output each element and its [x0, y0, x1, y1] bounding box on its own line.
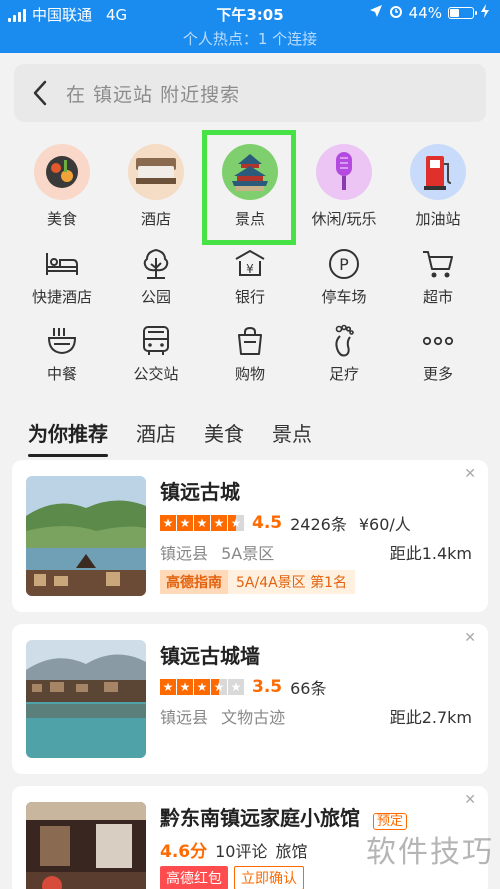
close-icon[interactable]: ✕ [464, 792, 476, 808]
poi-photo [26, 476, 146, 596]
star-half-icon: ★ [211, 679, 227, 695]
category-park[interactable]: 公园 [109, 246, 203, 307]
review-count: 66条 [290, 679, 327, 698]
star-icon: ★ [194, 515, 210, 531]
star-icon: ★ [211, 515, 227, 531]
category-foot-massage[interactable]: 足疗 [297, 323, 391, 384]
category-more[interactable]: 更多 [391, 323, 485, 384]
parking-icon: P [324, 246, 364, 282]
charging-icon [480, 4, 490, 22]
chevron-left-icon [33, 80, 47, 106]
category-supermarket[interactable]: 超市 [391, 246, 485, 307]
search-bar[interactable]: 在 镇远站 附近搜索 [14, 64, 486, 122]
tab-scenic[interactable]: 景点 [272, 418, 312, 447]
poi-card-2[interactable]: ✕ 镇远古城墙 ★ ★ ★ ★ ★ 3.5 66条 镇远县 文物古迹 距此2.7… [12, 624, 488, 774]
rating-score: 4.5 [252, 513, 283, 533]
status-bar: 中国联通 4G 下午3:05 44% [0, 0, 500, 28]
selection-highlight [202, 130, 296, 245]
poi-rating-row: 4.6分 10评论 旅馆 [160, 837, 308, 863]
star-empty-icon: ★ [228, 679, 244, 695]
foot-icon [324, 323, 364, 359]
star-icon: ★ [160, 679, 176, 695]
category-parking[interactable]: P 停车场 [297, 246, 391, 307]
poi-title: 镇远古城墙 [160, 644, 260, 668]
svg-text:P: P [339, 255, 349, 274]
poi-location-row: 镇远县 文物古迹 [160, 708, 286, 727]
rating-score: 4.6分 [160, 842, 208, 862]
category-hotel[interactable]: 酒店 [109, 144, 203, 229]
star-icon: ★ [177, 515, 193, 531]
poi-type: 旅馆 [275, 841, 308, 861]
category-bus-stop[interactable]: 公交站 [109, 323, 203, 384]
poi-rating-row: ★ ★ ★ ★ ★ 4.5 2426条 ¥60/人 [160, 511, 411, 535]
review-count: 10评论 [215, 841, 268, 861]
star-half-icon: ★ [228, 515, 244, 531]
bag-icon [230, 323, 270, 359]
rating-stars: ★ ★ ★ ★ ★ [160, 679, 244, 695]
category-bank[interactable]: ¥ 银行 [203, 246, 297, 307]
tab-food[interactable]: 美食 [204, 418, 244, 447]
close-icon[interactable]: ✕ [464, 466, 476, 482]
battery-icon [448, 7, 477, 19]
poi-title: 镇远古城 [160, 480, 240, 504]
watermark: 软件技巧 [366, 835, 494, 870]
food-icon [34, 144, 90, 200]
cart-icon [418, 246, 458, 282]
tree-icon [136, 246, 176, 282]
more-icon [418, 323, 458, 359]
battery-percent: 44% [408, 4, 442, 22]
bank-icon: ¥ [230, 246, 270, 282]
star-icon: ★ [194, 679, 210, 695]
tab-recommend[interactable]: 为你推荐 [28, 418, 108, 457]
category-leisure[interactable]: 休闲/玩乐 [297, 144, 391, 229]
search-input[interactable]: 在 镇远站 附近搜索 [66, 80, 240, 107]
alarm-icon [389, 4, 403, 22]
close-icon[interactable]: ✕ [464, 630, 476, 646]
category-shopping[interactable]: 购物 [203, 323, 297, 384]
review-count: 2426条 [290, 515, 347, 534]
poi-location-row: 镇远县 5A景区 [160, 544, 275, 563]
hotel-bed-icon [128, 144, 184, 200]
poi-card-1[interactable]: ✕ 镇远古城 ★ ★ ★ ★ ★ 4.5 2426条 ¥60/人 镇远县 5A景… [12, 460, 488, 612]
hotspot-banner[interactable]: 个人热点：1 个连接 [0, 28, 500, 53]
poi-photo [26, 640, 146, 758]
star-icon: ★ [160, 515, 176, 531]
red-packet-badge: 高德红包 [160, 866, 228, 889]
rating-stars: ★ ★ ★ ★ ★ [160, 515, 244, 531]
tab-hotel[interactable]: 酒店 [136, 418, 176, 447]
rank-badge: 5A/4A景区 第1名 [228, 570, 356, 594]
poi-distance: 距此2.7km [389, 708, 472, 727]
rating-score: 3.5 [252, 677, 283, 697]
star-icon: ★ [177, 679, 193, 695]
poi-distance: 距此1.4km [389, 544, 472, 563]
back-button[interactable] [14, 64, 66, 122]
category-food[interactable]: 美食 [15, 144, 109, 229]
recommend-tabs: 为你推荐 酒店 美食 景点 [28, 418, 312, 457]
poi-photo [26, 802, 146, 889]
svg-text:¥: ¥ [246, 262, 254, 276]
gas-station-icon [410, 144, 466, 200]
poi-badges: 高德红包 立即确认 [160, 866, 304, 889]
bowl-icon [42, 323, 82, 359]
poi-rating-row: ★ ★ ★ ★ ★ 3.5 66条 [160, 675, 327, 699]
instant-confirm-badge: 立即确认 [234, 866, 304, 889]
guide-badge: 高德指南 [160, 570, 228, 594]
category-budget-hotel[interactable]: 快捷酒店 [15, 246, 109, 307]
microphone-icon [316, 144, 372, 200]
price: ¥60/人 [358, 515, 411, 534]
category-chinese-food[interactable]: 中餐 [15, 323, 109, 384]
location-icon [369, 4, 383, 22]
bed-icon [42, 246, 82, 282]
bus-icon [136, 323, 176, 359]
poi-badges: 高德指南 5A/4A景区 第1名 [160, 570, 356, 594]
category-gas-station[interactable]: 加油站 [391, 144, 485, 229]
